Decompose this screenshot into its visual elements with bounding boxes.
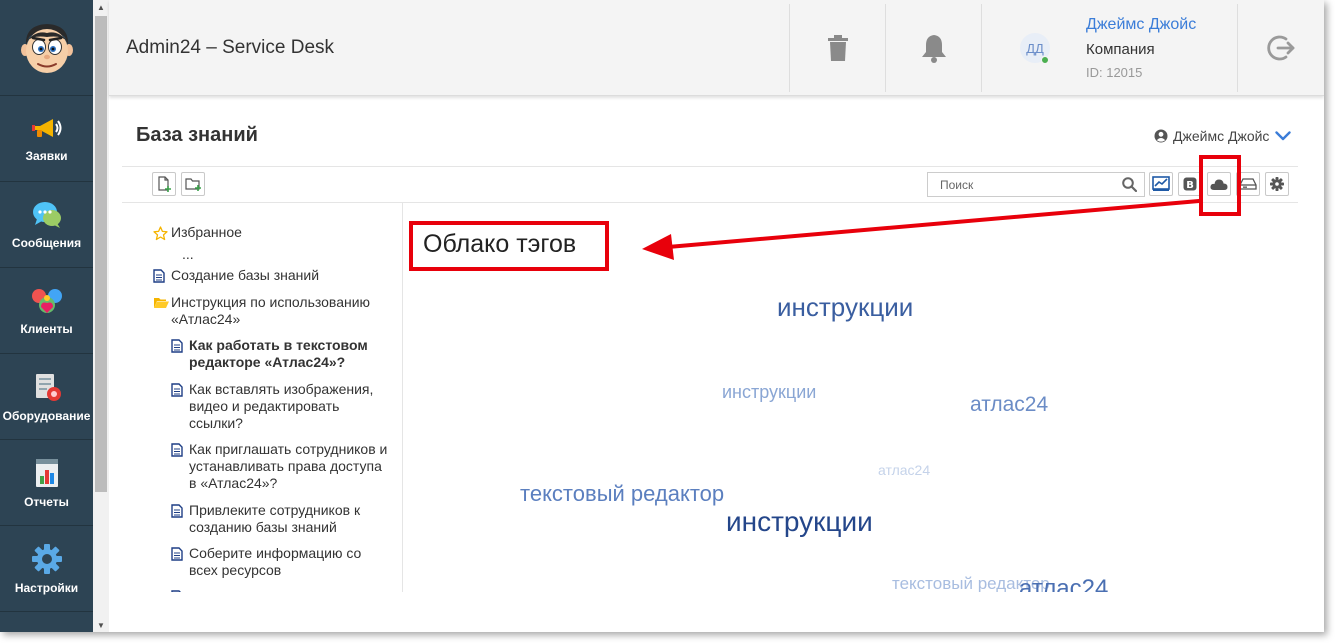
annotation-arrow-icon	[642, 199, 1201, 260]
footer-space	[109, 592, 1324, 632]
app-window: Заявки Сообщения Клиенты Оборудование От…	[0, 0, 1324, 632]
